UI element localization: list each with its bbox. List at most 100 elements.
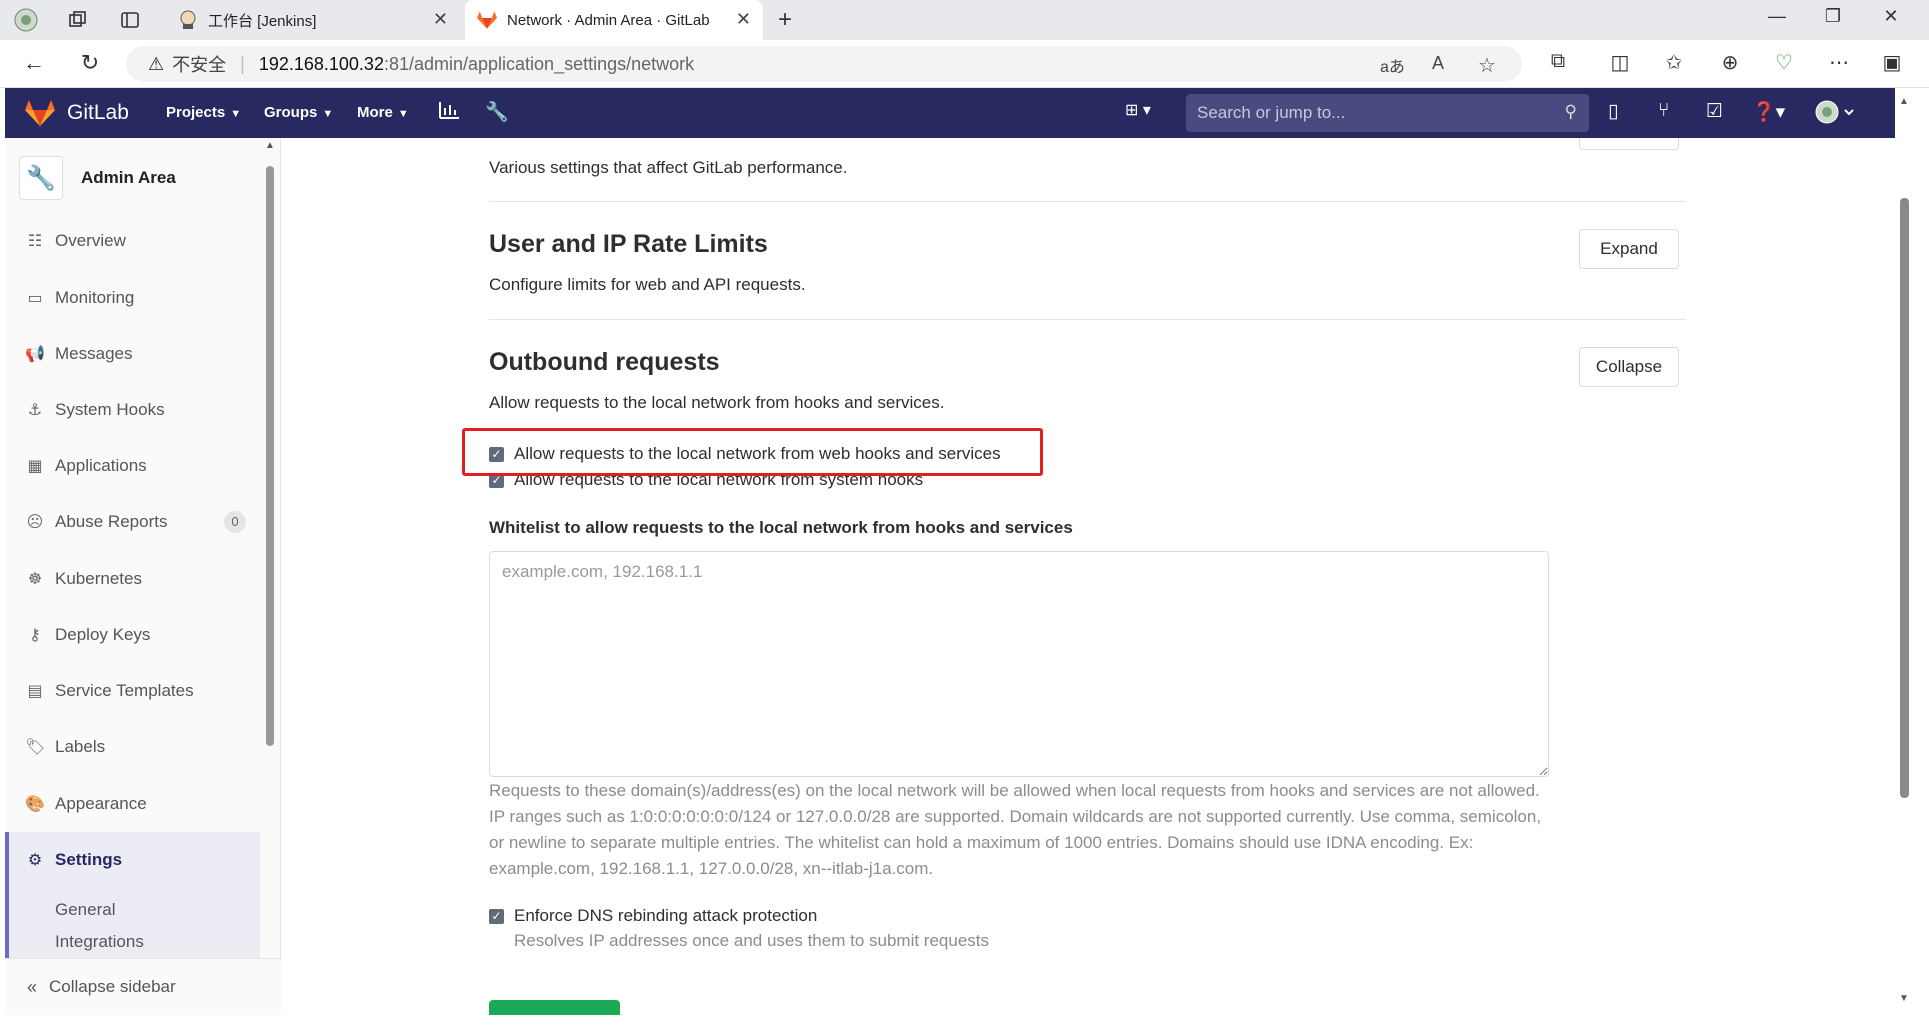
scrollbar-thumb[interactable] [266, 166, 274, 746]
new-tab-icon[interactable]: + [778, 6, 792, 34]
red-highlight-box [462, 428, 1043, 476]
sidebar-item-label: Appearance [55, 794, 147, 813]
scrollbar-thumb[interactable] [1900, 198, 1909, 798]
sidebar-item-appearance[interactable]: 🎨 Appearance [5, 780, 260, 828]
read-aloud-icon[interactable]: A [1432, 53, 1444, 74]
chevron-down-icon: ▼ [230, 108, 242, 120]
checkbox-label: Enforce DNS rebinding attack protection [514, 906, 818, 925]
tab-jenkins[interactable]: 工作台 [Jenkins] ✕ [168, 0, 460, 40]
sidebar-item-labels[interactable]: 🏷 Labels [5, 723, 260, 771]
tab-gitlab-network[interactable]: Network · Admin Area · GitLab ✕ [465, 0, 763, 40]
tab-actions-icon[interactable] [118, 8, 142, 32]
collapse-sidebar-button[interactable]: « Collapse sidebar [5, 958, 281, 1015]
search-placeholder: Search or jump to... [1197, 103, 1346, 122]
admin-wrench-icon[interactable]: 🔧 [485, 100, 509, 124]
collapse-sidebar-label: Collapse sidebar [49, 977, 176, 996]
issues-icon[interactable]: ▯ [1608, 100, 1618, 123]
kubernetes-icon: ☸ [27, 571, 43, 588]
sidebar-item-label: Kubernetes [55, 569, 142, 588]
sidebar-item-monitoring[interactable]: ▭ Monitoring [5, 274, 260, 322]
more-menu[interactable]: More ▼ [357, 104, 409, 121]
rate-limits-expand-button[interactable]: Expand [1579, 229, 1679, 269]
search-input[interactable]: Search or jump to... ⚲ [1186, 94, 1589, 132]
sidebar-item-service-templates[interactable]: ▤ Service Templates [5, 667, 260, 715]
merge-requests-icon[interactable]: ⑂ [1658, 100, 1669, 122]
workspaces-icon[interactable] [65, 8, 89, 32]
rate-limits-title: User and IP Rate Limits [489, 230, 768, 258]
rate-limits-description: Configure limits for web and API request… [489, 275, 806, 294]
applications-icon: ▦ [27, 458, 43, 475]
projects-menu[interactable]: Projects ▼ [166, 104, 241, 121]
whitelist-textarea[interactable] [489, 551, 1549, 777]
new-item-plus-icon[interactable]: ⊞ ▾ [1125, 100, 1151, 120]
help-icon[interactable]: ❓▾ [1752, 100, 1785, 124]
menu-label: Projects [166, 104, 226, 121]
outbound-collapse-button[interactable]: Collapse [1579, 347, 1679, 387]
close-window-icon[interactable]: ✕ [1876, 6, 1906, 27]
todos-icon[interactable]: ☑ [1706, 100, 1723, 123]
extensions-icon[interactable]: ⧉ [1544, 50, 1572, 73]
checkbox-checked[interactable]: ✓ [489, 908, 504, 924]
sidebar-item-label: Messages [55, 344, 133, 363]
activity-chart-icon[interactable] [438, 100, 460, 126]
performance-expand-button[interactable] [1579, 138, 1679, 150]
sidebar-item-label: Monitoring [55, 288, 135, 307]
sidebar-item-applications[interactable]: ▦ Applications [5, 442, 260, 490]
dns-rebinding-checkbox-row[interactable]: ✓ Enforce DNS rebinding attack protectio… [489, 906, 817, 926]
sidebar-item-label: Overview [55, 231, 126, 250]
messages-icon: 📢 [25, 346, 45, 363]
url-bar[interactable]: ⚠ 不安全 | 192.168.100.32 :81/admin/applica… [126, 46, 1522, 82]
browser-tab-bar: 工作台 [Jenkins] ✕ Network · Admin Area · G… [0, 0, 1929, 40]
scroll-down-arrow-icon[interactable]: ▼ [1899, 993, 1909, 1004]
sidebar-item-overview[interactable]: ☷ Overview [5, 217, 260, 265]
gitlab-logo-icon[interactable] [25, 100, 55, 126]
close-tab-icon[interactable]: ✕ [736, 9, 751, 30]
profile-avatar-icon[interactable] [14, 8, 38, 32]
admin-wrench-icon: 🔧 [19, 156, 63, 200]
sidebar-item-abuse-reports[interactable]: ☹ Abuse Reports 0 [5, 498, 260, 546]
sidebar-item-deploy-keys[interactable]: ⚷ Deploy Keys [5, 611, 260, 659]
appearance-icon: 🎨 [25, 796, 45, 813]
url-host: 192.168.100.32 [258, 53, 384, 74]
sidebar-scrollbar[interactable]: ▲ [265, 140, 275, 868]
sidebar-header[interactable]: 🔧 Admin Area [19, 156, 176, 200]
gitlab-brand[interactable]: GitLab [67, 101, 129, 125]
tab-title: Network · Admin Area · GitLab [507, 11, 710, 29]
scroll-up-arrow-icon[interactable]: ▲ [265, 140, 275, 151]
sidebar-item-settings[interactable]: ⚙ Settings [5, 832, 260, 888]
user-avatar-icon[interactable] [1815, 100, 1859, 130]
overview-icon: ☷ [27, 233, 43, 250]
favorite-star-icon[interactable]: ☆ [1478, 53, 1496, 78]
split-screen-icon[interactable]: ◫ [1606, 50, 1634, 75]
read-mode-icon[interactable]: aあ [1380, 53, 1405, 77]
sidebar-item-label: Service Templates [55, 681, 194, 700]
scroll-up-arrow-icon[interactable]: ▲ [1899, 96, 1909, 107]
sidebar-item-messages[interactable]: 📢 Messages [5, 330, 260, 378]
save-changes-button[interactable] [489, 1000, 620, 1015]
performance-description: Various settings that affect GitLab perf… [489, 158, 848, 177]
url-path: :81/admin/application_settings/network [383, 53, 695, 74]
page-scrollbar[interactable]: ▲ ▼ [1895, 88, 1913, 1015]
collections-icon[interactable]: ⊕ [1716, 50, 1744, 75]
outbound-description: Allow requests to the local network from… [489, 393, 945, 412]
sidebar-item-label: Abuse Reports [55, 512, 168, 531]
refresh-icon[interactable]: ↻ [76, 50, 104, 76]
more-icon[interactable]: ⋯ [1825, 50, 1853, 75]
performance-icon[interactable]: ♡ [1770, 50, 1798, 75]
restore-icon[interactable]: ❐ [1818, 6, 1848, 27]
sidebar-item-kubernetes[interactable]: ☸ Kubernetes [5, 555, 260, 603]
sidebar-subitem-integrations[interactable]: Integrations [5, 932, 260, 958]
minimize-icon[interactable]: — [1762, 6, 1792, 27]
close-tab-icon[interactable]: ✕ [433, 9, 448, 30]
sidebar-item-system-hooks[interactable]: ⚓ System Hooks [5, 386, 260, 434]
sidebar-icon[interactable]: ▣ [1878, 50, 1906, 75]
gitlab-favicon-icon [477, 10, 497, 30]
hook-icon: ⚓ [27, 402, 43, 419]
groups-menu[interactable]: Groups ▼ [264, 104, 333, 121]
divider [489, 201, 1686, 202]
sidebar-subitem-general[interactable]: General [5, 888, 260, 932]
favorites-icon[interactable]: ✩ [1660, 50, 1688, 75]
back-icon[interactable]: ← [20, 50, 48, 76]
security-label: 不安全 [172, 55, 227, 75]
sidebar-title: Admin Area [81, 168, 176, 187]
